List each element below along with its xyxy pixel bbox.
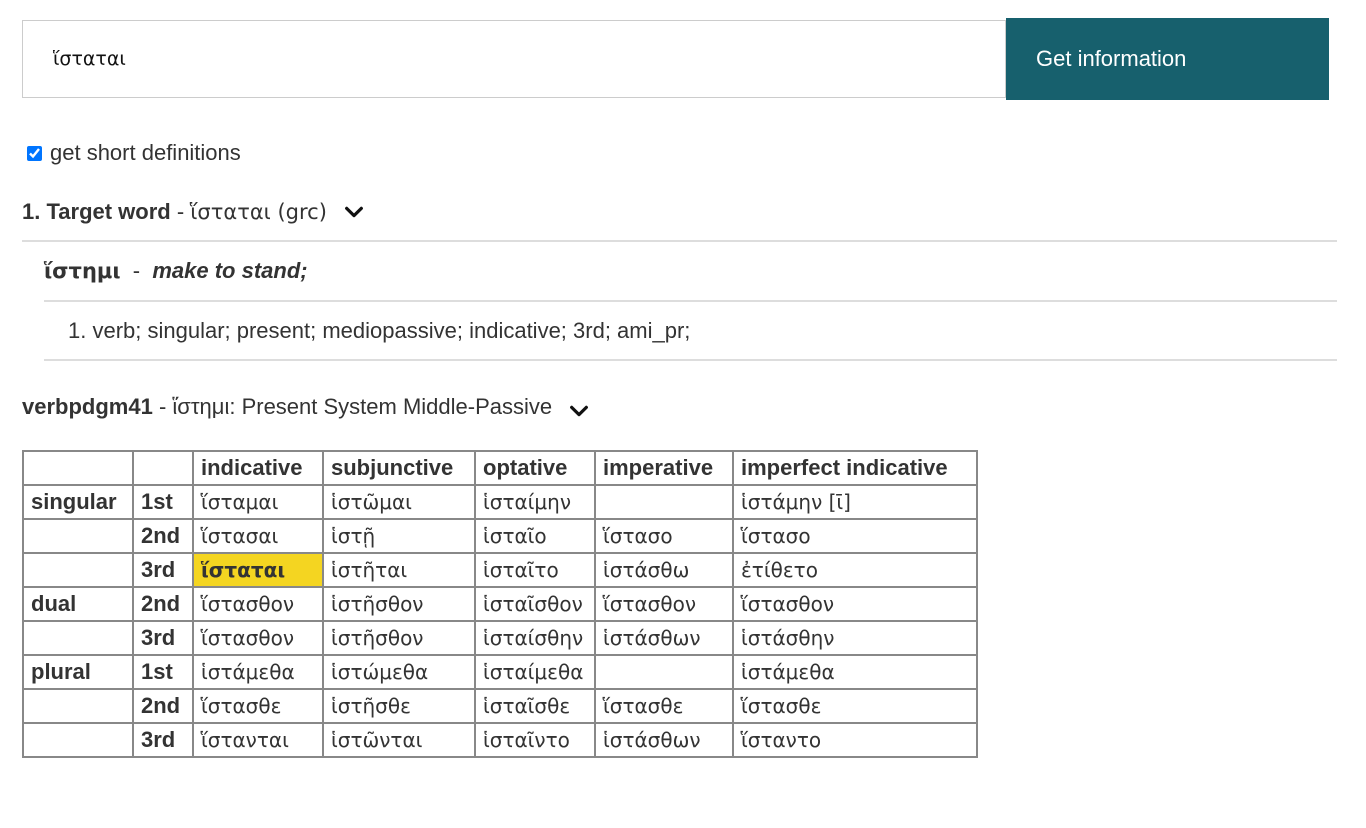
form-cell: ἱστάσθην <box>732 620 978 656</box>
column-header: imperfect indicative <box>732 450 978 486</box>
target-word-heading: 1. Target word - ἵσταται (grc) <box>22 199 365 225</box>
column-header: indicative <box>192 450 324 486</box>
form-cell: ἱσταῖτο <box>474 552 596 588</box>
form-cell: ἵστασθον <box>594 586 734 622</box>
table-row: 3rd ἵστανται ἱστῶνται ἱσταῖντο ἱστάσθων ἵσταν… <box>22 722 978 758</box>
number-label <box>22 620 134 656</box>
form-cell: ἱστάμην [ῑ] <box>732 484 978 520</box>
form-cell: ἵστασθε <box>192 688 324 724</box>
form-cell: ἵστασθον <box>192 586 324 622</box>
target-separator: - <box>170 199 191 224</box>
form-cell: ἱστάμεθα <box>732 654 978 690</box>
number-label <box>22 722 134 758</box>
number-label: singular <box>22 484 134 520</box>
form-cell: ἱσταῖντο <box>474 722 596 758</box>
person-label: 3rd <box>132 722 194 758</box>
table-row: dual 2nd ἵστασθον ἱστῆσθον ἱσταῖσθον ἵστασθον… <box>22 586 978 622</box>
form-cell: ἱσταῖσθον <box>474 586 596 622</box>
divider <box>44 359 1337 361</box>
table-row: 3rd ἵσταται ἱστῆται ἱσταῖτο ἱστάσθω ἐτίθετο <box>22 552 978 588</box>
column-header: optative <box>474 450 596 486</box>
form-cell: ἵστασο <box>732 518 978 554</box>
divider <box>22 240 1337 242</box>
table-row: singular 1st ἵσταμαι ἱστῶμαι ἱσταίμην ἱστάμην… <box>22 484 978 520</box>
get-information-button[interactable]: Get information <box>1006 18 1329 100</box>
form-cell: ἵστασθε <box>594 688 734 724</box>
table-row: plural 1st ἱστάμεθα ἱστώμεθα ἱσταίμεθα ἱστάμε… <box>22 654 978 690</box>
short-definitions-checkbox[interactable] <box>27 145 42 161</box>
target-word-label: 1. Target word <box>22 199 171 224</box>
column-header <box>22 450 134 486</box>
number-label: dual <box>22 586 134 622</box>
form-cell: ἱστάμεθα <box>192 654 324 690</box>
form-cell: ἱσταῖο <box>474 518 596 554</box>
form-cell: ἱσταίμεθα <box>474 654 596 690</box>
chevron-down-icon[interactable] <box>568 400 590 422</box>
paradigm-separator: - <box>152 394 173 419</box>
form-cell: ἱστάσθω <box>594 552 734 588</box>
paradigm-heading: verbpdgm41 - ἵστημι: Present System Midd… <box>22 392 590 422</box>
divider <box>44 300 1337 302</box>
paradigm-table: indicative subjunctive optative imperati… <box>22 450 978 758</box>
form-cell: ἱστῆσθον <box>322 620 476 656</box>
form-cell: ἵστασθον <box>192 620 324 656</box>
person-label: 2nd <box>132 518 194 554</box>
table-header-row: indicative subjunctive optative imperati… <box>22 450 978 486</box>
column-header: subjunctive <box>322 450 476 486</box>
person-label: 1st <box>132 484 194 520</box>
form-cell: ἱστάσθων <box>594 620 734 656</box>
chevron-down-icon[interactable] <box>343 201 365 223</box>
target-word: ἵσταται (grc) <box>190 200 327 224</box>
form-cell: ἵστασο <box>594 518 734 554</box>
form-cell <box>594 654 734 690</box>
person-label: 3rd <box>132 552 194 588</box>
lemma-separator: - <box>126 258 147 283</box>
paradigm-title: ἵστημι: Present System Middle-Passive <box>172 394 553 419</box>
number-label: plural <box>22 654 134 690</box>
form-cell: ἱσταίμην <box>474 484 596 520</box>
lemma-word: ἵστημι <box>44 259 121 283</box>
form-cell: ἱστῆσθον <box>322 586 476 622</box>
form-cell: ἵστασθε <box>732 688 978 724</box>
form-cell: ἵσταντο <box>732 722 978 758</box>
person-label: 3rd <box>132 620 194 656</box>
short-definitions-label: get short definitions <box>50 140 241 165</box>
form-cell: ἱσταίσθην <box>474 620 596 656</box>
lemma-entry: ἵστημι - make to stand; <box>44 258 308 284</box>
table-row: 2nd ἵστασθε ἱστῆσθε ἱσταῖσθε ἵστασθε ἵστασθε <box>22 688 978 724</box>
form-cell: ἱστῆσθε <box>322 688 476 724</box>
form-cell: ἵστασαι <box>192 518 324 554</box>
form-cell: ἵστασθον <box>732 586 978 622</box>
person-label: 2nd <box>132 688 194 724</box>
form-cell: ἱστάσθων <box>594 722 734 758</box>
form-cell: ἱστῶνται <box>322 722 476 758</box>
form-cell: ἱσταῖσθε <box>474 688 596 724</box>
person-label: 1st <box>132 654 194 690</box>
morphological-analysis: 1. verb; singular; present; mediopassive… <box>68 318 691 343</box>
form-cell: ἱστώμεθα <box>322 654 476 690</box>
form-cell: ἵστανται <box>192 722 324 758</box>
number-label <box>22 518 134 554</box>
search-input[interactable] <box>22 20 1006 98</box>
form-cell: ἱστῇ <box>322 518 476 554</box>
paradigm-id: verbpdgm41 <box>22 394 153 419</box>
number-label <box>22 688 134 724</box>
column-header <box>132 450 194 486</box>
form-cell: ἵσταμαι <box>192 484 324 520</box>
form-cell: ἱστῆται <box>322 552 476 588</box>
table-row: 3rd ἵστασθον ἱστῆσθον ἱσταίσθην ἱστάσθων ἱστά… <box>22 620 978 656</box>
form-cell: ἐτίθετο <box>732 552 978 588</box>
form-cell <box>594 484 734 520</box>
form-cell: ἱστῶμαι <box>322 484 476 520</box>
table-row: 2nd ἵστασαι ἱστῇ ἱσταῖο ἵστασο ἵστασο <box>22 518 978 554</box>
lemma-definition: make to stand; <box>152 258 308 283</box>
person-label: 2nd <box>132 586 194 622</box>
column-header: imperative <box>594 450 734 486</box>
search-bar: Get information <box>22 18 1329 100</box>
number-label <box>22 552 134 588</box>
short-definitions-option[interactable]: get short definitions <box>27 140 241 166</box>
highlighted-form-cell: ἵσταται <box>192 552 324 588</box>
